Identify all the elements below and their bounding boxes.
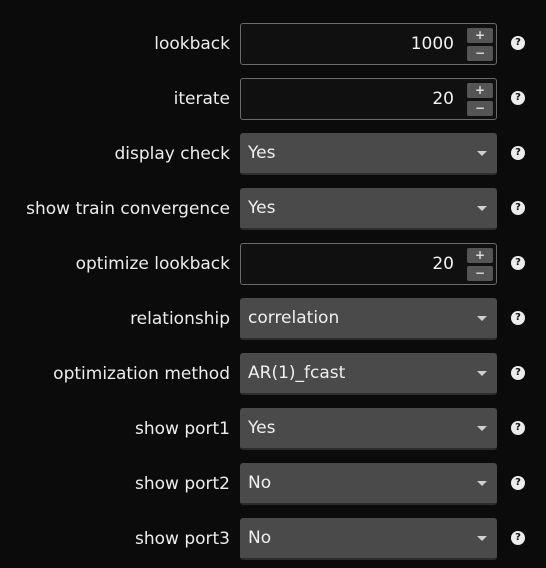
show-port2-select[interactable]: No <box>240 463 497 505</box>
number-value[interactable]: 20 <box>432 79 454 119</box>
setting-label: display check <box>114 144 230 164</box>
help-icon[interactable]: ? <box>511 256 525 270</box>
show-port1-select[interactable]: Yes <box>240 408 497 450</box>
chevron-down-icon <box>477 206 487 211</box>
setting-label: show port1 <box>134 419 230 439</box>
help-icon[interactable]: ? <box>511 146 525 160</box>
number-value[interactable]: 1000 <box>411 24 454 64</box>
increment-button[interactable]: + <box>467 28 493 43</box>
setting-row-show-port2: show port2 No ? <box>0 457 546 512</box>
setting-row-display-check: display check Yes ? <box>0 127 546 182</box>
help-icon[interactable]: ? <box>511 311 525 325</box>
chevron-down-icon <box>477 316 487 321</box>
select-value: correlation <box>248 308 340 328</box>
show-train-convergence-select[interactable]: Yes <box>240 188 497 230</box>
show-port3-select[interactable]: No <box>240 518 497 560</box>
setting-row-show-port3: show port3 No ? <box>0 512 546 567</box>
number-value[interactable]: 20 <box>432 244 454 284</box>
lookback-number-input[interactable]: 1000 + − <box>240 23 497 65</box>
select-value: No <box>248 528 272 548</box>
optimization-method-select[interactable]: AR(1)_fcast <box>240 353 497 395</box>
help-icon[interactable]: ? <box>511 91 525 105</box>
setting-label: lookback <box>154 34 230 54</box>
decrement-button[interactable]: − <box>467 46 493 61</box>
select-value: AR(1)_fcast <box>248 363 346 383</box>
setting-row-optimization-method: optimization method AR(1)_fcast ? <box>0 347 546 402</box>
setting-label: show port3 <box>134 529 230 549</box>
help-icon[interactable]: ? <box>511 421 525 435</box>
chevron-down-icon <box>477 151 487 156</box>
relationship-select[interactable]: correlation <box>240 298 497 340</box>
help-icon[interactable]: ? <box>511 531 525 545</box>
setting-row-iterate: iterate 20 + − ? <box>0 72 546 127</box>
select-value: Yes <box>248 198 276 218</box>
setting-label: optimization method <box>53 364 230 384</box>
setting-label: optimize lookback <box>75 254 230 274</box>
setting-row-relationship: relationship correlation ? <box>0 292 546 347</box>
decrement-button[interactable]: − <box>467 101 493 116</box>
select-value: No <box>248 473 272 493</box>
setting-label: show train convergence <box>26 199 230 219</box>
increment-button[interactable]: + <box>467 83 493 98</box>
help-icon[interactable]: ? <box>511 201 525 215</box>
select-value: Yes <box>248 143 276 163</box>
help-icon[interactable]: ? <box>511 476 525 490</box>
setting-label: relationship <box>130 309 230 329</box>
select-value: Yes <box>248 418 276 438</box>
setting-label: show port2 <box>134 474 230 494</box>
chevron-down-icon <box>477 536 487 541</box>
increment-button[interactable]: + <box>467 248 493 263</box>
settings-panel: lookback 1000 + − ? iterate 20 + − ? dis… <box>0 17 546 567</box>
setting-row-optimize-lookback: optimize lookback 20 + − ? <box>0 237 546 292</box>
setting-row-show-port1: show port1 Yes ? <box>0 402 546 457</box>
optimize-lookback-number-input[interactable]: 20 + − <box>240 243 497 285</box>
decrement-button[interactable]: − <box>467 266 493 281</box>
setting-label: iterate <box>173 89 230 109</box>
chevron-down-icon <box>477 371 487 376</box>
help-icon[interactable]: ? <box>511 36 525 50</box>
setting-row-lookback: lookback 1000 + − ? <box>0 17 546 72</box>
setting-row-show-train-convergence: show train convergence Yes ? <box>0 182 546 237</box>
chevron-down-icon <box>477 481 487 486</box>
chevron-down-icon <box>477 426 487 431</box>
iterate-number-input[interactable]: 20 + − <box>240 78 497 120</box>
display-check-select[interactable]: Yes <box>240 133 497 175</box>
help-icon[interactable]: ? <box>511 366 525 380</box>
